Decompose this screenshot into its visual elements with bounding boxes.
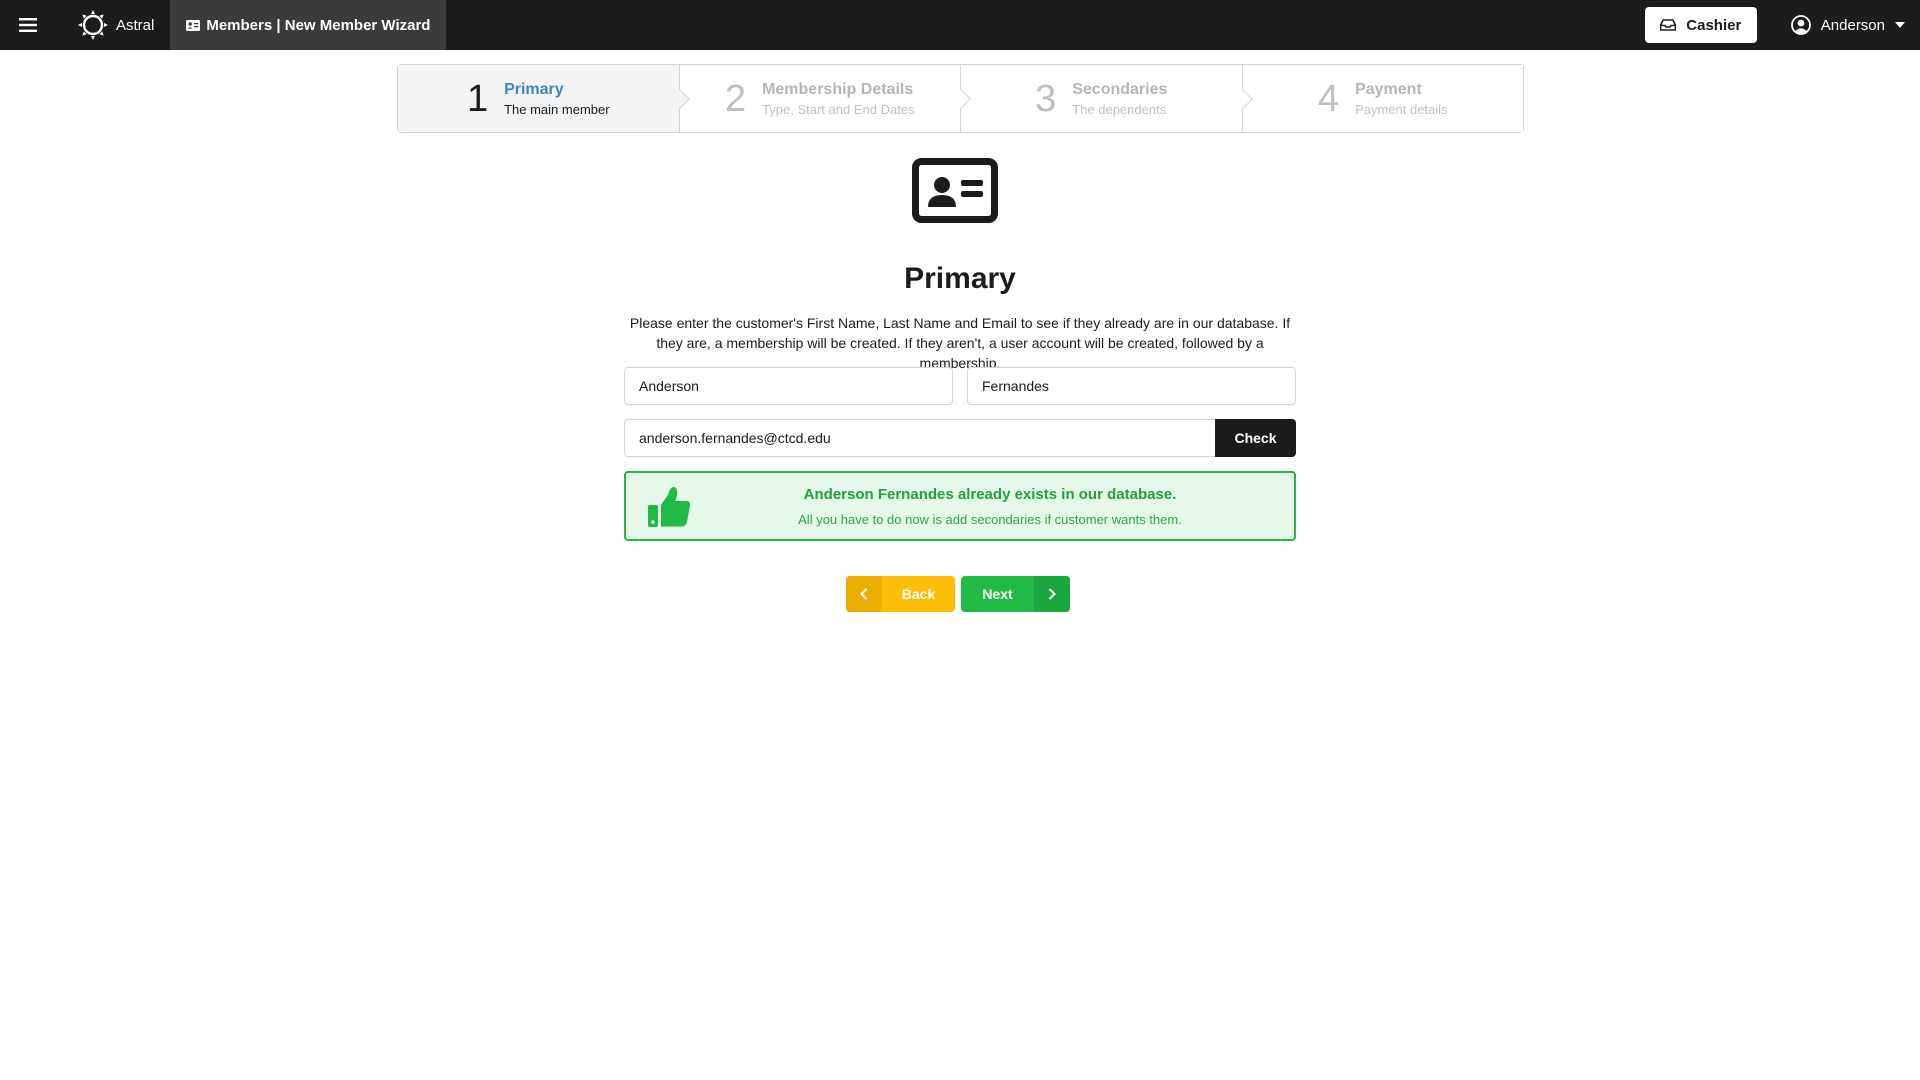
step-description: The dependents <box>1072 101 1167 117</box>
cash-drawer-icon <box>1660 19 1677 31</box>
step-payment[interactable]: 4 Payment Payment details <box>1242 65 1523 132</box>
step-number: 4 <box>1317 77 1340 120</box>
first-name-input[interactable] <box>624 367 953 405</box>
step-secondaries[interactable]: 3 Secondaries The dependents <box>961 65 1253 132</box>
step-primary[interactable]: 1 Primary The main member <box>398 65 690 132</box>
success-subtext: All you have to do now is add secondarie… <box>798 512 1182 527</box>
id-card-icon <box>186 19 201 31</box>
cashier-button[interactable]: Cashier <box>1644 7 1757 43</box>
step-number: 3 <box>1035 77 1057 120</box>
brand-label: Astral <box>116 16 155 34</box>
top-bar: Astral Members | New Member Wizard Cashi… <box>0 0 1920 50</box>
instructions-text: Please enter the customer's First Name, … <box>629 315 1291 371</box>
hamburger-icon <box>19 18 37 32</box>
step-description: The main member <box>504 101 610 117</box>
step-membership-details[interactable]: 2 Membership Details Type, Start and End… <box>679 65 971 132</box>
sun-icon <box>78 10 108 40</box>
tab-new-member-wizard[interactable]: Members | New Member Wizard <box>170 0 447 50</box>
step-description: Payment details <box>1355 101 1448 117</box>
last-name-input[interactable] <box>967 367 1296 405</box>
step-title: Payment <box>1355 80 1422 98</box>
step-title: Membership Details <box>762 80 914 98</box>
cashier-label: Cashier <box>1686 16 1742 34</box>
address-card-icon <box>912 158 998 228</box>
success-message: Anderson Fernandes already exists in our… <box>624 471 1296 541</box>
user-circle-icon <box>1790 15 1811 35</box>
next-label: Next <box>982 586 1013 602</box>
step-number: 2 <box>724 77 747 120</box>
email-input[interactable] <box>624 419 1216 457</box>
tab-label: Members | New Member Wizard <box>206 16 431 34</box>
chevron-right-icon <box>1034 576 1070 612</box>
next-button[interactable]: Next <box>961 576 1070 612</box>
success-headline: Anderson Fernandes already exists in our… <box>803 486 1177 503</box>
step-title: Primary <box>504 80 564 98</box>
step-title: Secondaries <box>1072 80 1168 98</box>
user-menu[interactable]: Anderson <box>1790 15 1905 35</box>
brand-link[interactable]: Astral <box>56 0 170 50</box>
step-number: 1 <box>466 77 489 120</box>
check-button[interactable]: Check <box>1215 419 1296 457</box>
wizard-steps: 1 Primary The main member 2 Membership D… <box>397 64 1524 133</box>
page-title: Primary <box>904 262 1016 295</box>
step-description: Type, Start and End Dates <box>762 101 915 117</box>
menu-button[interactable] <box>0 0 56 50</box>
back-button[interactable]: Back <box>846 576 955 612</box>
back-label: Back <box>901 586 936 602</box>
user-name: Anderson <box>1820 16 1885 34</box>
chevron-left-icon <box>846 576 882 612</box>
caret-down-icon <box>1895 22 1905 28</box>
